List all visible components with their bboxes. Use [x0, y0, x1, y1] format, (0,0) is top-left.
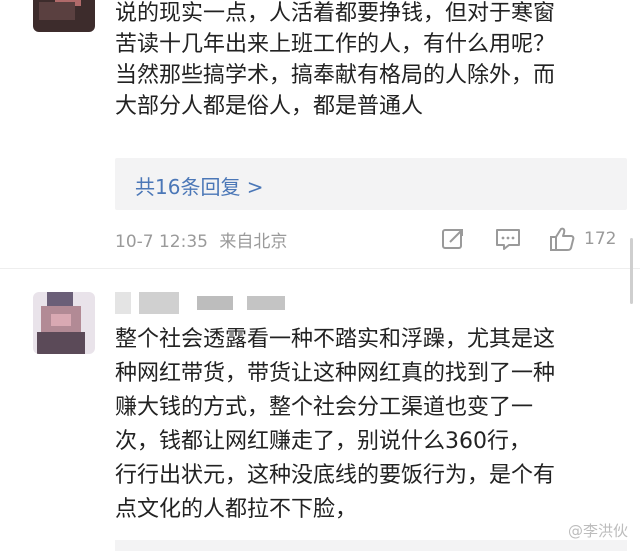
divider [0, 268, 640, 269]
comment-text: 说的现实一点，人活着都要挣钱，但对于寒窗 苦读十几年出来上班工作的人，有什么用呢… [115, 1, 556, 119]
comment-text: 整个社会透露看一种不踏实和浮躁，尤其是这 种网红带货，带货让这种网红真的找到了一… [115, 327, 556, 522]
comment-icon[interactable] [494, 226, 522, 252]
replies-container [115, 540, 627, 551]
like-count: 172 [584, 229, 617, 249]
comment-meta: 10-7 12:35 来自北京 [115, 227, 293, 252]
avatar[interactable] [33, 292, 95, 354]
scrollbar[interactable] [630, 238, 633, 304]
username[interactable] [115, 292, 305, 316]
like-icon[interactable] [548, 226, 576, 252]
comment-location: 来自北京 [219, 232, 288, 252]
replies-container: 共16条回复 > [115, 158, 627, 210]
watermark: @李洪伙 [567, 522, 628, 540]
view-replies-link[interactable]: 共16条回复 > [135, 171, 264, 200]
comment-date: 10-7 12:35 [115, 232, 208, 252]
share-icon[interactable] [440, 226, 466, 252]
avatar[interactable] [33, 0, 95, 32]
